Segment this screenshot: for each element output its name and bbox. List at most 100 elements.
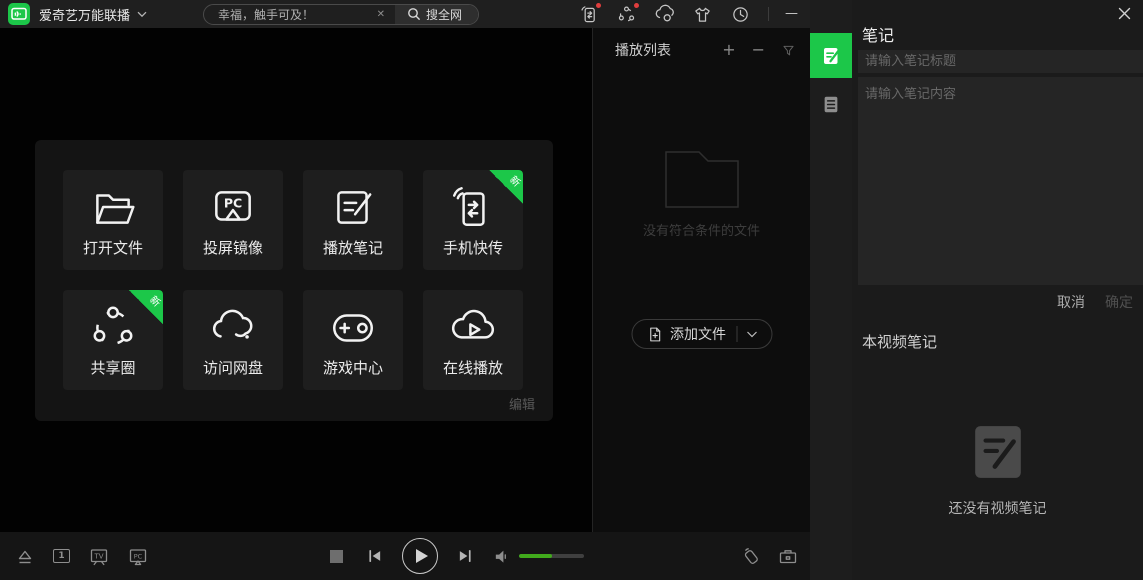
- note-pen-icon: [820, 45, 842, 67]
- notes-panel-title: 笔记: [862, 22, 894, 46]
- notes-panel: 笔记 取消 确定 本视频笔记 还没有视频笔记: [852, 0, 1143, 580]
- volume-fill: [519, 554, 552, 558]
- eject-open-icon[interactable]: [16, 547, 34, 565]
- playback-bar: 1 TV PC: [0, 532, 810, 580]
- title-bar: 爱奇艺万能联播 幸福，触手可及！ ✕ 搜全网: [0, 0, 810, 28]
- app-logo-icon: [8, 3, 30, 25]
- volume-icon[interactable]: [493, 548, 510, 565]
- tile-game-center[interactable]: 游戏中心: [303, 290, 403, 390]
- tile-online-play[interactable]: 在线播放: [423, 290, 523, 390]
- titlebar-icon-group: [578, 4, 769, 24]
- tile-phone-quick-transfer[interactable]: 手机快传 新: [423, 170, 523, 270]
- titlebar-separator: [768, 7, 769, 21]
- svg-text:PC: PC: [224, 196, 242, 211]
- edit-shortcuts-button[interactable]: 编辑: [509, 394, 535, 413]
- volume-slider[interactable]: [519, 554, 584, 558]
- minimize-button[interactable]: —: [779, 0, 804, 28]
- tile-share-circle[interactable]: 共享圈 新: [63, 290, 163, 390]
- bottombar-left-icons: 1 TV PC: [16, 532, 148, 580]
- tile-play-notes[interactable]: 播放笔记: [303, 170, 403, 270]
- open-file-folder-icon: [88, 182, 138, 232]
- video-notes-section-title: 本视频笔记: [862, 331, 937, 352]
- tile-label: 打开文件: [83, 237, 143, 258]
- playlist-panel: 播放列表 + − 没有符合条件的文件 添加文件: [592, 28, 810, 532]
- search-hotword[interactable]: 幸福，触手可及！: [218, 6, 375, 23]
- tile-open-file[interactable]: 打开文件: [63, 170, 163, 270]
- cancel-button[interactable]: 取消: [1057, 292, 1085, 312]
- playlist-header: 播放列表 + −: [593, 28, 810, 72]
- cloud-account-icon[interactable]: [654, 4, 674, 24]
- empty-folder-icon: [663, 148, 741, 210]
- new-badge: 新: [129, 290, 163, 324]
- previous-button[interactable]: [366, 548, 383, 564]
- toolbox-icon[interactable]: [778, 546, 798, 566]
- empty-note-icon: [971, 424, 1025, 480]
- tab-notes-active[interactable]: [810, 33, 852, 78]
- skin-tshirt-icon[interactable]: [692, 4, 712, 24]
- add-item-icon[interactable]: +: [722, 42, 735, 58]
- bottombar-right-icons: [741, 532, 798, 580]
- filter-funnel-icon[interactable]: [781, 43, 796, 58]
- stop-button[interactable]: [330, 550, 343, 563]
- add-file-button[interactable]: 添加文件: [631, 319, 772, 349]
- transport-controls: [330, 532, 584, 580]
- confirm-button[interactable]: 确定: [1105, 292, 1133, 312]
- app-window: 爱奇艺万能联播 幸福，触手可及！ ✕ 搜全网: [0, 0, 1143, 580]
- phone-transfer-icon[interactable]: [578, 4, 598, 24]
- tile-label: 投屏镜像: [203, 237, 263, 258]
- remove-item-icon[interactable]: −: [752, 42, 765, 58]
- app-title: 爱奇艺万能联播: [39, 5, 130, 24]
- chevron-down-icon[interactable]: [137, 11, 147, 18]
- play-notes-icon: [328, 182, 378, 232]
- search-input[interactable]: 幸福，触手可及！ ✕: [204, 5, 395, 24]
- search-button[interactable]: 搜全网: [395, 5, 478, 24]
- game-center-icon: [328, 302, 378, 352]
- tile-label: 共享圈: [90, 357, 135, 378]
- tile-label: 手机快传: [443, 237, 503, 258]
- cloud-drive-icon: [208, 302, 258, 352]
- playlist-empty-text: 没有符合条件的文件: [643, 220, 760, 239]
- share-circle-icon[interactable]: [616, 4, 636, 24]
- list-icon: [821, 94, 841, 115]
- home-shortcut-card: 打开文件 PC 投屏镜像 播放笔记: [35, 140, 553, 421]
- pc-mirror-small-icon[interactable]: PC: [128, 547, 148, 566]
- online-play-icon: [448, 302, 498, 352]
- note-title-input[interactable]: [858, 50, 1143, 73]
- close-icon[interactable]: [1116, 5, 1133, 22]
- notification-dot: [596, 3, 601, 8]
- svg-text:TV: TV: [93, 552, 103, 560]
- playback-speed-icon[interactable]: 1: [53, 549, 70, 563]
- phone-remote-icon[interactable]: [741, 546, 761, 566]
- screen-mirror-icon: PC: [208, 182, 258, 232]
- playlist-title: 播放列表: [615, 40, 706, 60]
- note-content-input[interactable]: [858, 77, 1143, 285]
- add-file-icon: [646, 325, 663, 344]
- tile-label: 播放笔记: [323, 237, 383, 258]
- cast-to-tv-icon[interactable]: TV: [89, 547, 109, 566]
- video-area: 打开文件 PC 投屏镜像 播放笔记: [0, 28, 592, 532]
- note-actions: 取消 确定: [1057, 292, 1133, 312]
- notes-empty-text: 还没有视频笔记: [949, 498, 1047, 518]
- new-badge: 新: [489, 170, 523, 204]
- svg-text:PC: PC: [134, 552, 143, 560]
- chevron-down-icon[interactable]: [737, 331, 761, 338]
- history-clock-icon[interactable]: [730, 4, 750, 24]
- notification-dot: [634, 3, 639, 8]
- tile-label: 游戏中心: [323, 357, 383, 378]
- tile-label: 访问网盘: [203, 357, 263, 378]
- search-bar[interactable]: 幸福，触手可及！ ✕ 搜全网: [203, 4, 479, 25]
- notes-empty-state: 还没有视频笔记: [852, 424, 1143, 518]
- tile-cloud-drive[interactable]: 访问网盘: [183, 290, 283, 390]
- add-file-label: 添加文件: [670, 324, 726, 344]
- search-button-label: 搜全网: [426, 6, 462, 23]
- search-icon: [407, 7, 421, 21]
- tile-screen-mirror[interactable]: PC 投屏镜像: [183, 170, 283, 270]
- tab-playlist[interactable]: [810, 84, 852, 124]
- play-button[interactable]: [402, 538, 438, 574]
- next-button[interactable]: [457, 548, 474, 564]
- side-tab-strip: [810, 0, 852, 580]
- tile-label: 在线播放: [443, 357, 503, 378]
- playlist-empty-state: 没有符合条件的文件: [593, 148, 810, 239]
- clear-search-icon[interactable]: ✕: [375, 9, 387, 20]
- play-icon: [416, 549, 428, 563]
